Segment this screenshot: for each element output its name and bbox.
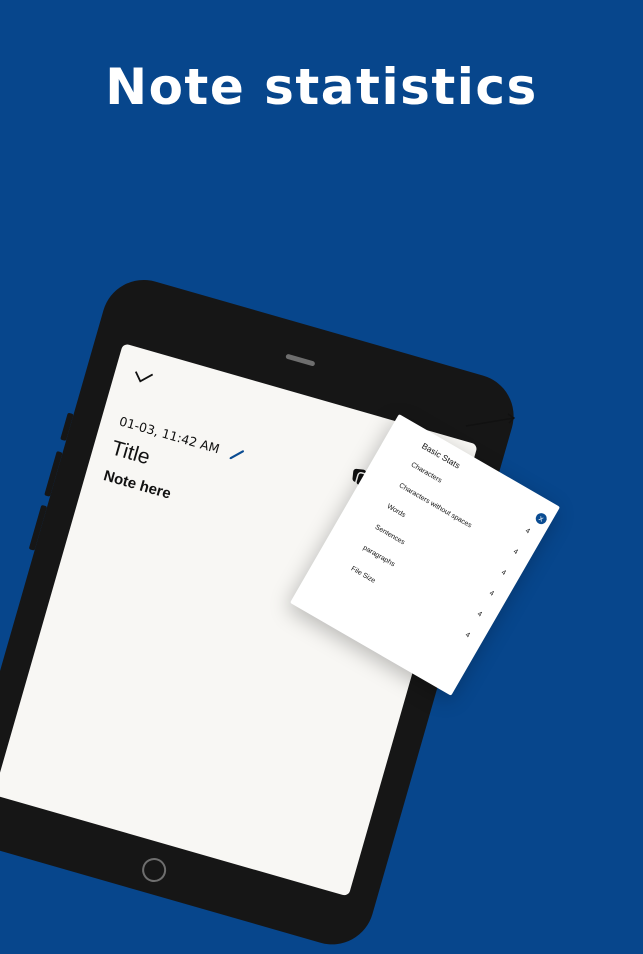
note-body[interactable]: Note here bbox=[102, 467, 173, 502]
stat-label-words: Words bbox=[385, 503, 407, 520]
stat-value-paragraphs: 4 bbox=[475, 610, 483, 619]
close-icon[interactable]: x bbox=[533, 511, 549, 527]
stat-value-file-size: 4 bbox=[463, 631, 471, 640]
stat-value-characters-no-spaces: 4 bbox=[511, 548, 519, 557]
stat-label-sentences: Sentences bbox=[373, 523, 406, 547]
stat-value-words: 4 bbox=[499, 569, 507, 578]
tablet-side-button bbox=[44, 450, 63, 497]
stat-label-file-size: File Size bbox=[349, 565, 377, 585]
stat-value-characters: 4 bbox=[523, 527, 531, 536]
home-button bbox=[139, 855, 169, 885]
headline: Note statistics bbox=[105, 58, 538, 116]
stat-label-characters-no-spaces: Characters without spaces bbox=[397, 482, 473, 530]
note-title[interactable]: Title bbox=[109, 436, 153, 470]
stat-label-characters: Characters bbox=[409, 461, 443, 485]
tablet-side-button bbox=[28, 504, 48, 551]
stat-label-paragraphs: paragraphs bbox=[361, 544, 396, 569]
tablet-speaker bbox=[285, 353, 316, 367]
stat-value-sentences: 4 bbox=[487, 589, 495, 598]
pencil-icon[interactable] bbox=[229, 447, 245, 462]
check-icon[interactable] bbox=[131, 367, 154, 386]
tablet-side-button bbox=[60, 412, 74, 442]
